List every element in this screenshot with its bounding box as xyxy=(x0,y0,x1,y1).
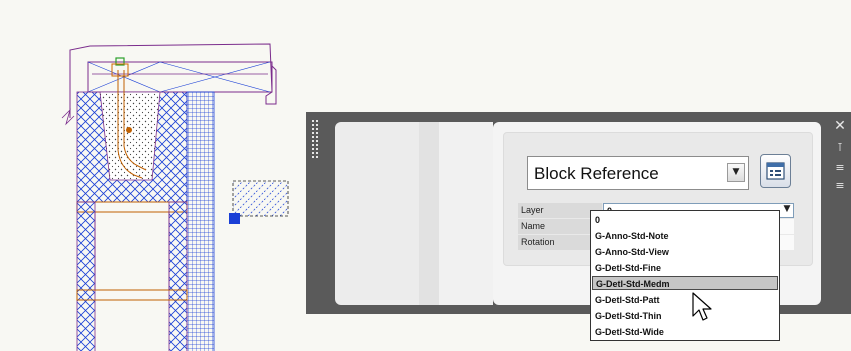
properties-menu-icon[interactable]: ≡ xyxy=(834,162,846,174)
object-type-select[interactable]: Block Reference ▼ xyxy=(527,156,749,190)
autohide-icon[interactable]: ⊺ xyxy=(834,142,846,154)
grip-handle[interactable] xyxy=(229,213,240,224)
palette-tab-area xyxy=(335,122,493,305)
mouse-pointer-icon xyxy=(692,292,712,321)
layer-option[interactable]: 0 xyxy=(592,213,778,227)
layer-option[interactable]: G-Detl-Std-Fine xyxy=(592,261,778,275)
chevron-down-icon[interactable]: ▼ xyxy=(778,204,796,215)
layer-option[interactable]: G-Anno-Std-View xyxy=(592,245,778,259)
quick-select-button[interactable] xyxy=(760,154,791,188)
object-type-value: Block Reference xyxy=(534,164,659,183)
properties-menu-icon[interactable]: ≡ xyxy=(834,180,846,192)
layer-option[interactable]: G-Detl-Std-Thin xyxy=(592,309,778,323)
layer-option[interactable]: G-Detl-Std-Patt xyxy=(592,293,778,307)
palette-title-strip: ✕ ⊺ ≡ ≡ xyxy=(826,112,851,314)
quick-select-icon xyxy=(766,162,785,180)
layer-dropdown-list[interactable]: 0 G-Anno-Std-Note G-Anno-Std-View G-Detl… xyxy=(590,210,780,341)
layer-option[interactable]: G-Detl-Std-Wide xyxy=(592,325,778,339)
layer-option[interactable]: G-Anno-Std-Note xyxy=(592,229,778,243)
chevron-down-icon[interactable]: ▼ xyxy=(727,163,745,182)
close-icon[interactable]: ✕ xyxy=(834,119,846,133)
drawing-canvas[interactable]: Block Reference ▼ Layer ▼ Name Rotation … xyxy=(0,0,851,351)
layer-option-highlighted[interactable]: G-Detl-Std-Medm xyxy=(592,276,778,290)
palette-grip-handle[interactable] xyxy=(312,120,322,160)
